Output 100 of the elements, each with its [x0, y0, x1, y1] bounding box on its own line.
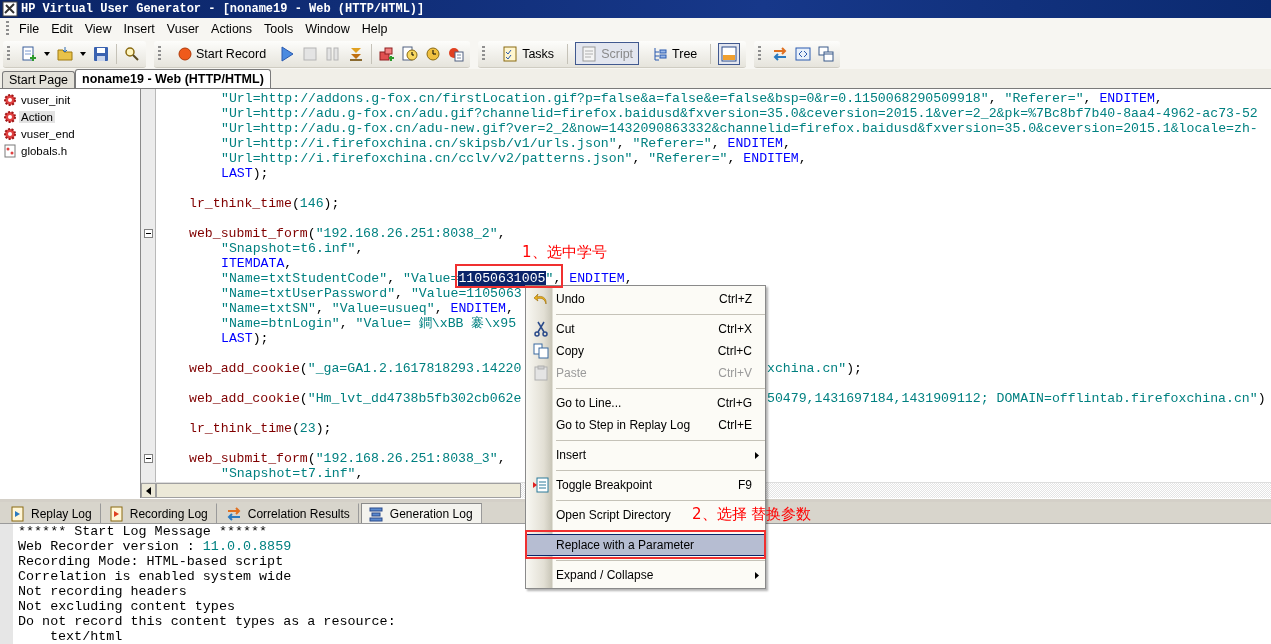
menu-item[interactable]: Go to Line... Ctrl+G: [526, 392, 765, 414]
record-icon: [178, 46, 192, 61]
code-line: lr_think_time(146);: [189, 196, 340, 211]
menu-item[interactable]: Open Script Directory: [526, 504, 678, 526]
folder-icon[interactable]: [57, 45, 73, 62]
annotation-text: 2、选择 替换参数: [692, 505, 812, 524]
log-icon: [109, 505, 124, 522]
code-line: "Url=http://addons.g-fox.cn/firstLocation.gif?p=false&a=false&e=false&bsp=0&r=0.1150068290509918", "Referer=", ENDITEM,: [221, 91, 1163, 106]
menu-item[interactable]: Insert: [526, 444, 765, 466]
code-line: "Name=txtSN", "Value=usueq", ENDITEM,: [221, 301, 514, 316]
menu-item[interactable]: Window: [299, 21, 356, 36]
breakpoint-icon: [532, 477, 549, 493]
menu-item[interactable]: Actions: [205, 21, 259, 36]
tasks-button[interactable]: Tasks: [496, 42, 561, 65]
panel-tab[interactable]: Correlation Results: [218, 503, 359, 523]
menu-item[interactable]: Edit: [45, 21, 79, 36]
windows-icon[interactable]: [818, 45, 835, 62]
annotation-text: 1、选中学号: [522, 243, 607, 262]
clipboard-icon: [532, 365, 549, 381]
window-title: HP Virtual User Generator - [noname19 - Web (HTTP/HTML)]: [21, 2, 425, 16]
menu-item[interactable]: Tools: [258, 21, 300, 36]
menu-item[interactable]: Toggle Breakpoint F9: [526, 474, 765, 496]
log-icon: [11, 505, 25, 522]
save-icon[interactable]: [93, 45, 109, 62]
menu-item[interactable]: Vuser: [160, 21, 206, 36]
code-line: ITEMDATA,: [221, 256, 293, 271]
undo-icon: [532, 291, 549, 307]
document-tab[interactable]: noname19 - Web (HTTP/HTML): [75, 69, 271, 88]
menu-item[interactable]: Copy Ctrl+C: [526, 340, 765, 362]
scroll-left-icon[interactable]: [146, 486, 151, 495]
code-line: web_add_cookie("Hm_lvt_dd4738b5fb302cb062e: [189, 391, 522, 406]
log-line: Not recording headers: [18, 584, 187, 599]
file-icon: [3, 143, 17, 158]
copy-icon: [532, 343, 549, 359]
menu-item[interactable]: Undo Ctrl+Z: [526, 288, 765, 310]
document-icon: [581, 45, 598, 62]
tree-item[interactable]: vuser_init: [19, 93, 73, 106]
clock-icon[interactable]: [425, 45, 442, 62]
log-line: Do not record this content types as a resource:: [18, 614, 396, 629]
code-line: "Url=http://i.firefoxchina.cn/cclv/v2/patterns.json", "Referer=", ENDITEM,: [221, 151, 807, 166]
stack-icon: [367, 505, 384, 522]
code-line: "Url=http://i.firefoxchina.cn/skipsb/v1/urls.json", "Referer=", ENDITEM,: [221, 136, 791, 151]
menu-item[interactable]: Cut Ctrl+X: [526, 318, 765, 340]
log-line: Web Recorder version : 11.0.0.8859: [18, 539, 292, 554]
panel-tab[interactable]: Generation Log: [360, 503, 482, 523]
log-line: ****** Start Log Message ******: [18, 524, 268, 539]
code-line: "Url=http://adu.g-fox.cn/adu.gif?channelid=firefox.baidusd&fxversion=35.0&ceversion=2015.1&ver=2_2&pk=%7Bc8bf7b40-8aa4-4962-ac73-52: [221, 106, 1258, 121]
menu-item[interactable]: View: [78, 21, 118, 36]
log-line: Recording Mode: HTML-based script: [18, 554, 284, 569]
code-line: web_submit_form("192.168.26.251:8038_3",: [189, 451, 506, 466]
swap-arrows-icon[interactable]: [772, 45, 789, 62]
panel-tab[interactable]: Replay Log: [4, 503, 101, 523]
tree-item[interactable]: vuser_end: [19, 127, 77, 140]
search-icon[interactable]: [124, 45, 140, 62]
tree-item[interactable]: Action: [19, 110, 55, 123]
panel-tab[interactable]: Recording Log: [102, 503, 217, 523]
menu-item[interactable]: Replace with a Parameter: [526, 534, 765, 556]
panel-toggle-button[interactable]: [718, 42, 741, 65]
swap-arrows-icon: [225, 505, 242, 522]
caret-icon[interactable]: [80, 51, 86, 56]
play-icon[interactable]: [279, 45, 296, 62]
code-line: xchina.cn");: [767, 361, 862, 376]
menu-item[interactable]: Help: [355, 21, 394, 36]
caret-icon[interactable]: [44, 51, 50, 56]
menu-item[interactable]: File: [13, 21, 46, 36]
app-icon: [2, 1, 18, 17]
code-line: web_submit_form("192.168.26.251:8038_2",: [189, 226, 506, 241]
clock-icon[interactable]: [402, 45, 419, 62]
code-line: lr_think_time(23);: [189, 421, 332, 436]
new-document-icon[interactable]: [21, 45, 37, 62]
start-record-button[interactable]: Start Record: [172, 42, 273, 65]
cut-icon: [532, 321, 549, 337]
log-line: Not excluding content types: [18, 599, 235, 614]
document-icon[interactable]: [448, 45, 465, 62]
menu-item[interactable]: Go to Step in Replay Log Ctrl+E: [526, 414, 765, 436]
document-tab[interactable]: Start Page: [2, 71, 76, 88]
collapse-toggle[interactable]: [144, 454, 153, 463]
scroll-left-button[interactable]: [141, 483, 156, 498]
tree-icon: [652, 45, 669, 62]
gear-icon: [3, 109, 17, 124]
log-line: Correlation is enabled system wide: [18, 569, 292, 584]
code-line: "Snapshot=t7.inf",: [221, 466, 364, 481]
panel-icon: [721, 45, 738, 62]
scrollbar-thumb[interactable]: [156, 483, 521, 498]
checklist-icon: [502, 45, 519, 62]
collapse-toggle[interactable]: [144, 229, 153, 238]
code-line: "Url=http://adu.g-fox.cn/adu-new.gif?ver=2_2&now=1432090863332&channelid=firefox.baidusd&fxversion=35.0&ceversion=2015.1&locale=zh-: [221, 121, 1258, 136]
blocks-icon[interactable]: [379, 45, 396, 62]
log-line: text/html: [50, 629, 123, 644]
menu-item[interactable]: Insert: [117, 21, 161, 36]
tree-item[interactable]: globals.h: [19, 144, 70, 157]
menu-item[interactable]: Expand / Collapse: [526, 564, 765, 586]
code-line: "Name=txtUserPassword", "Value=1105063: [221, 286, 522, 301]
code-line: LAST);: [221, 166, 269, 181]
tree-button[interactable]: Tree: [646, 42, 704, 65]
tag-icon[interactable]: [795, 45, 812, 62]
code-line: 50479,1431697184,1431909112; DOMAIN=offlintab.firefoxchina.cn"): [767, 391, 1266, 406]
code-line: web_add_cookie("_ga=GA1.2.1617818293.14220: [189, 361, 522, 376]
step-down-icon[interactable]: [348, 45, 365, 62]
gear-icon: [3, 92, 17, 107]
